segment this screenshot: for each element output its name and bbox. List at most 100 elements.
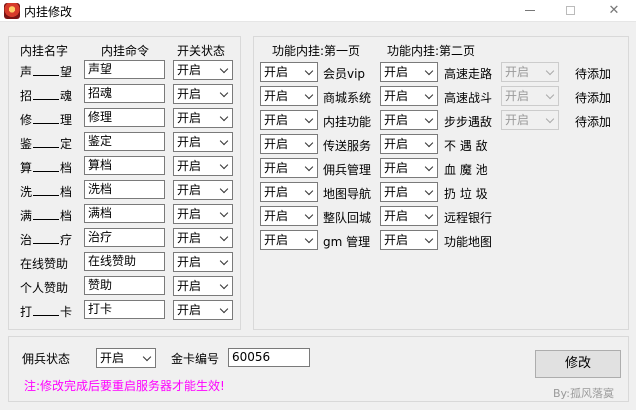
page-two-status-select-value: 开启 xyxy=(384,209,409,223)
header-page-one: 功能内挂:第一页 xyxy=(272,44,361,58)
page-two-status-select-value: 开启 xyxy=(384,89,409,103)
page-two-function-label: 步步遇敌 xyxy=(444,115,493,129)
plugin-name-first-char: 洗 xyxy=(20,185,33,199)
page-two-status-select-value: 开启 xyxy=(384,137,409,151)
page-one-status-select[interactable]: 开启 xyxy=(260,230,318,250)
header-switch-status: 开关状态 xyxy=(177,44,226,58)
page-one-status-select[interactable]: 开启 xyxy=(260,86,318,106)
page-one-function-label: gm 管理 xyxy=(323,235,371,249)
plugin-command-input[interactable]: 在线赞助 xyxy=(84,252,165,271)
page-two-status-select[interactable]: 开启 xyxy=(380,206,438,226)
chevron-down-icon xyxy=(424,138,434,148)
page-two-status-select[interactable]: 开启 xyxy=(380,158,438,178)
page-one-status-select-value: 开启 xyxy=(264,233,289,247)
chevron-down-icon xyxy=(545,66,555,76)
chevron-down-icon xyxy=(219,208,229,218)
page-one-status-select[interactable]: 开启 xyxy=(260,158,318,178)
plugin-status-select[interactable]: 开启 xyxy=(173,60,233,80)
underline-separator xyxy=(33,211,60,220)
plugin-name-label: 声望 xyxy=(20,63,72,80)
underline-separator xyxy=(33,67,60,76)
gold-card-input[interactable]: 60056 xyxy=(228,348,310,367)
plugin-status-select[interactable]: 开启 xyxy=(173,252,233,272)
plugin-command-input[interactable]: 招魂 xyxy=(84,84,165,103)
reserved-status-select: 开启 xyxy=(501,86,559,106)
mercenary-status-select[interactable]: 开启 xyxy=(96,348,156,368)
plugin-name-label: 满档 xyxy=(20,207,72,224)
page-one-status-select-value: 开启 xyxy=(264,185,289,199)
chevron-down-icon xyxy=(304,66,314,76)
plugin-name-first-char: 算 xyxy=(20,161,33,175)
plugin-name-first-char: 治 xyxy=(20,233,33,247)
page-one-status-select[interactable]: 开启 xyxy=(260,182,318,202)
page-one-status-select-value: 开启 xyxy=(264,209,289,223)
chevron-down-icon xyxy=(304,234,314,244)
plugin-command-input[interactable]: 赞助 xyxy=(84,276,165,295)
plugin-command-input[interactable]: 打卡 xyxy=(84,300,165,319)
plugin-command-input[interactable]: 修理 xyxy=(84,108,165,127)
chevron-down-icon xyxy=(424,162,434,172)
plugin-status-select[interactable]: 开启 xyxy=(173,180,233,200)
page-two-status-select-value: 开启 xyxy=(384,65,409,79)
page-one-status-select[interactable]: 开启 xyxy=(260,62,318,82)
chevron-down-icon xyxy=(304,114,314,124)
plugin-command-input[interactable]: 洗档 xyxy=(84,180,165,199)
chevron-down-icon xyxy=(219,88,229,98)
author-credit: By:孤风落寞 xyxy=(553,387,614,400)
page-one-status-select[interactable]: 开启 xyxy=(260,110,318,130)
chevron-down-icon xyxy=(219,232,229,242)
edit-button[interactable]: 修改 xyxy=(535,350,621,378)
chevron-down-icon xyxy=(545,114,555,124)
page-one-status-select[interactable]: 开启 xyxy=(260,206,318,226)
plugin-status-select[interactable]: 开启 xyxy=(173,132,233,152)
close-button[interactable]: ✕ xyxy=(592,0,636,22)
minimize-icon xyxy=(525,10,535,11)
chevron-down-icon xyxy=(219,136,229,146)
page-one-function-label: 会员vip xyxy=(323,67,366,81)
plugin-status-select[interactable]: 开启 xyxy=(173,228,233,248)
plugin-command-input[interactable]: 治疗 xyxy=(84,228,165,247)
chevron-down-icon xyxy=(424,210,434,220)
plugin-status-select[interactable]: 开启 xyxy=(173,300,233,320)
plugin-command-input[interactable]: 满档 xyxy=(84,204,165,223)
plugin-status-select[interactable]: 开启 xyxy=(173,84,233,104)
page-two-status-select[interactable]: 开启 xyxy=(380,110,438,130)
chevron-down-icon xyxy=(304,138,314,148)
pending-function-label: 待添加 xyxy=(575,91,612,105)
plugin-status-select[interactable]: 开启 xyxy=(173,276,233,296)
plugin-name-first-char: 鉴 xyxy=(20,137,33,151)
page-two-status-select-value: 开启 xyxy=(384,113,409,127)
page-one-status-select-value: 开启 xyxy=(264,65,289,79)
page-two-status-select[interactable]: 开启 xyxy=(380,182,438,202)
page-one-status-select[interactable]: 开启 xyxy=(260,134,318,154)
page-two-status-select[interactable]: 开启 xyxy=(380,62,438,82)
maximize-button[interactable] xyxy=(548,0,592,22)
plugin-name-label: 算档 xyxy=(20,159,72,176)
plugin-status-select[interactable]: 开启 xyxy=(173,108,233,128)
page-two-function-label: 扔 垃 圾 xyxy=(444,187,488,201)
gold-card-label: 金卡编号 xyxy=(171,352,220,366)
header-page-two: 功能内挂:第二页 xyxy=(387,44,476,58)
plugin-command-input[interactable]: 声望 xyxy=(84,60,165,79)
chevron-down-icon xyxy=(545,90,555,100)
page-two-status-select[interactable]: 开启 xyxy=(380,134,438,154)
page-two-status-select[interactable]: 开启 xyxy=(380,230,438,250)
plugin-status-select[interactable]: 开启 xyxy=(173,156,233,176)
pending-function-label: 待添加 xyxy=(575,115,612,129)
page-one-function-label: 内挂功能 xyxy=(323,115,372,129)
plugin-status-select[interactable]: 开启 xyxy=(173,204,233,224)
page-two-function-label: 高速战斗 xyxy=(444,91,493,105)
plugin-name-first-char: 声 xyxy=(20,65,33,79)
title-bar: 内挂修改 ✕ xyxy=(0,0,636,22)
plugin-name-first-char: 满 xyxy=(20,209,33,223)
plugin-name-label: 修理 xyxy=(20,111,72,128)
header-plugin-name: 内挂名字 xyxy=(20,44,69,58)
plugin-status-select-value: 开启 xyxy=(177,111,202,125)
plugin-command-input[interactable]: 鉴定 xyxy=(84,132,165,151)
page-two-status-select[interactable]: 开启 xyxy=(380,86,438,106)
mercenary-status-label: 佣兵状态 xyxy=(22,352,71,366)
plugin-status-select-value: 开启 xyxy=(177,183,202,197)
minimize-button[interactable] xyxy=(508,0,552,22)
plugin-name-first-char: 打 xyxy=(20,305,33,319)
plugin-command-input[interactable]: 算档 xyxy=(84,156,165,175)
